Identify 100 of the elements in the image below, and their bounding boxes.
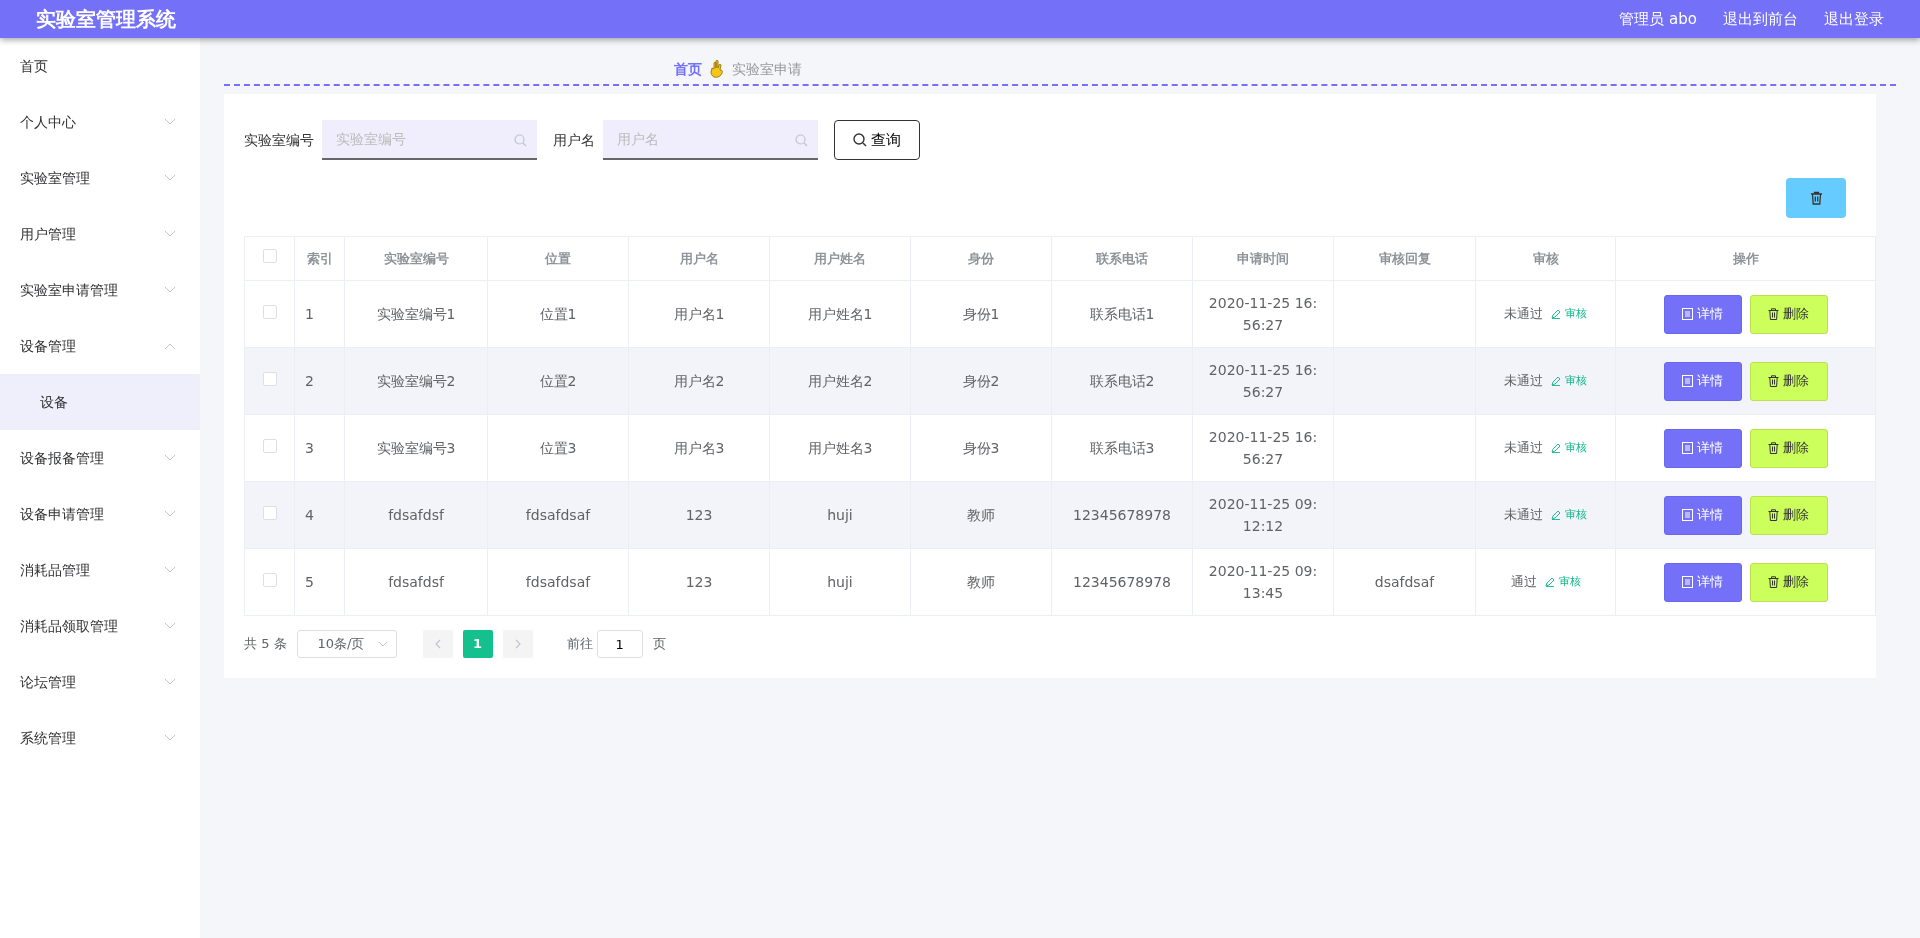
pencil-icon [1551,376,1561,386]
delete-button[interactable]: 删除 [1749,361,1828,401]
menu-item[interactable]: 消耗品领取管理 [20,615,118,637]
menu-item[interactable]: 论坛管理 [20,671,76,693]
delete-button[interactable]: 删除 [1749,428,1828,468]
column-header: 申请时间 [1237,250,1289,266]
detail-button[interactable]: 详情 [1663,294,1742,334]
table-cell: 联系电话2 [1089,372,1155,389]
detail-button[interactable]: 详情 [1663,562,1742,602]
menu-item[interactable]: 个人中心 [20,111,76,133]
column-header: 审核回复 [1378,250,1431,266]
table-cell: 用户姓名3 [807,439,873,456]
select-all-checkbox[interactable] [262,248,277,263]
table-cell: fdsafdsf [388,506,444,523]
menu-item[interactable]: 设备管理 [20,335,76,357]
status-text: 通过 [1510,573,1537,592]
row-index: 2 [305,372,314,389]
menu-item[interactable]: 用户管理 [20,223,76,245]
trash-icon [1768,509,1779,521]
table-cell: 用户名1 [673,305,725,322]
search-field[interactable]: 实验室编号 [322,120,537,160]
table-cell: 教师 [967,506,995,523]
field-label: 用户名 [553,130,595,150]
menu-item[interactable]: 消耗品管理 [20,559,90,581]
table-cell: huji [827,506,853,523]
next-page-button[interactable] [502,630,533,658]
table-cell: 12345678978 [1073,573,1171,590]
menu-item[interactable]: 系统管理 [20,727,76,749]
column-header: 审核 [1532,250,1559,266]
table-cell: 123 [685,506,713,523]
row-index: 1 [305,305,314,322]
header-link[interactable]: 退出到前台 [1723,7,1798,31]
menu-item[interactable]: 首页 [20,55,48,77]
row-checkbox[interactable] [262,438,277,453]
detail-button[interactable]: 详情 [1663,361,1742,401]
page-size-select[interactable]: 10条/页 [296,630,397,658]
search-field[interactable]: 用户名 [603,120,818,160]
document-icon [1682,576,1693,588]
delete-button[interactable]: 删除 [1749,495,1828,535]
row-index: 4 [305,506,314,523]
table-cell: 123 [685,573,713,590]
user-label: 管理员 abo [1619,8,1697,30]
table-cell: 位置1 [539,305,577,322]
pencil-icon [1544,577,1555,587]
delete-button[interactable]: 删除 [1749,294,1828,334]
detail-button[interactable]: 详情 [1663,495,1742,535]
row-checkbox[interactable] [262,505,277,520]
row-checkbox[interactable] [262,572,277,587]
menu-item[interactable]: 设备申请管理 [20,503,104,525]
column-header: 操作 [1732,250,1759,266]
status-text: 未通过 [1504,372,1543,391]
table-cell: 身份1 [962,305,1000,322]
document-icon [1682,509,1693,521]
menu-item[interactable]: 实验室管理 [20,167,90,189]
trash-icon [1809,191,1823,205]
submenu-item[interactable]: 设备 [0,374,200,430]
table-cell: 身份3 [962,439,1000,456]
trash-icon [1768,442,1779,454]
table-cell: 实验室编号1 [376,305,456,322]
detail-button[interactable]: 详情 [1663,428,1742,468]
table-cell: fdsafdsaf [525,573,591,590]
breadcrumb-link[interactable]: 首页 [674,58,702,80]
delete-button[interactable]: 删除 [1749,562,1828,602]
menu-item[interactable]: 设备报备管理 [20,447,104,469]
table-cell: dsafdsaf [1374,573,1435,590]
trash-icon [1768,375,1779,387]
search-icon [795,134,808,147]
column-header: 用户名 [679,250,719,266]
row-checkbox[interactable] [262,371,277,386]
table-cell: 用户姓名2 [807,372,873,389]
chevron-down-icon [377,641,388,647]
table-cell: 用户名2 [673,372,725,389]
total-count: 共 5 条 [244,635,287,654]
prev-page-button[interactable] [422,630,453,658]
row-index: 3 [305,439,314,456]
goto-label: 前往 [566,635,593,654]
table-cell: 用户姓名1 [807,305,873,322]
row-checkbox[interactable] [262,304,277,319]
trash-icon [1768,576,1779,588]
table-cell: 位置2 [539,372,577,389]
status-text: 未通过 [1504,506,1543,525]
goto-page-field[interactable]: 1 [596,630,643,658]
search-icon [514,134,527,147]
table-cell: 12345678978 [1073,506,1171,523]
table-cell: 身份2 [962,372,1000,389]
hand-icon [710,60,724,78]
header-link[interactable]: 退出登录 [1824,7,1884,31]
bulk-delete-button[interactable] [1786,178,1846,218]
table-cell-text: 2020-11-25 09:13:45 [1207,561,1319,603]
table-cell: huji [827,573,853,590]
table-cell-text: 2020-11-25 09:12:12 [1207,494,1319,536]
breadcrumb-current: 实验室申请 [732,59,802,79]
menu-item[interactable]: 实验室申请管理 [20,279,118,301]
row-index: 5 [305,573,314,590]
table-cell: 用户名3 [673,439,725,456]
table-cell: 联系电话1 [1089,305,1155,322]
search-button[interactable]: 查询 [834,120,920,160]
table-cell-text: 2020-11-25 16:56:27 [1207,427,1319,469]
table-cell-text: 2020-11-25 16:56:27 [1207,360,1319,402]
column-header: 位置 [545,250,571,266]
